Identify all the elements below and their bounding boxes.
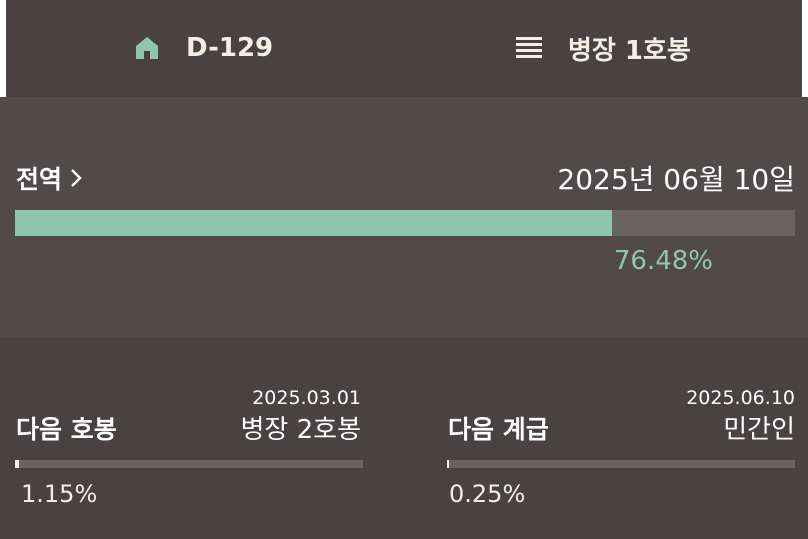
discharge-progress-fill (15, 210, 612, 236)
chevron-right-icon (70, 168, 82, 188)
next-rank-progress-bar (447, 460, 795, 468)
discharge-date: 2025년 06월 10일 (557, 163, 795, 196)
discharge-link[interactable]: 전역 (16, 160, 82, 196)
next-step-progress-bar (15, 460, 363, 468)
next-rank-progress-fill (447, 460, 449, 468)
rank-label: 병장 1호봉 (568, 35, 691, 66)
discharge-progress-bar (15, 210, 795, 236)
next-step-date: 2025.03.01 (252, 387, 361, 409)
rank-tab[interactable]: 병장 1호봉 (516, 30, 691, 66)
next-step-value: 병장 2호봉 (240, 415, 362, 445)
next-step-progress-fill (15, 460, 19, 468)
discharge-label: 전역 (16, 165, 63, 194)
top-header: D-129 병장 1호봉 (6, 0, 802, 97)
next-rank-value: 민간인 (723, 415, 795, 445)
next-step-percent: 1.15% (21, 480, 98, 508)
next-progress-section (0, 338, 808, 539)
home-icon (134, 35, 160, 61)
next-rank-title: 다음 계급 (448, 415, 549, 444)
dday-label: D-129 (186, 33, 274, 63)
next-rank-percent: 0.25% (449, 480, 526, 508)
dday-tab[interactable]: D-129 (134, 30, 273, 66)
rank-stripes-icon (516, 35, 542, 61)
app-screen: D-129 병장 1호봉 전역 2025년 06월 10일 76.48% 다음 … (0, 0, 808, 539)
discharge-progress-percent: 76.48% (613, 246, 713, 276)
next-rank-date: 2025.06.10 (686, 387, 795, 409)
next-step-title: 다음 호봉 (16, 415, 117, 444)
